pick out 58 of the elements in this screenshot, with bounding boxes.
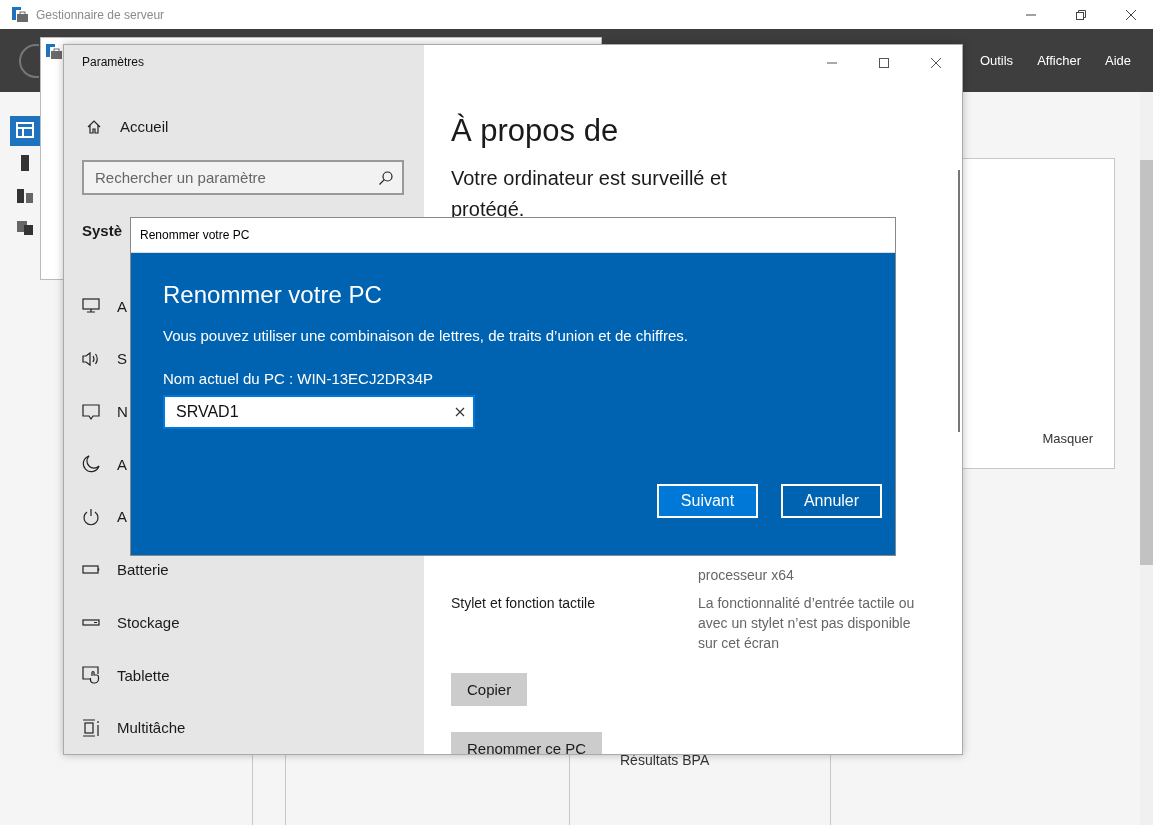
power-icon xyxy=(82,508,100,526)
storage-icon xyxy=(82,618,100,626)
spec-label: Stylet et fonction tactile xyxy=(451,594,596,613)
scrollbar[interactable] xyxy=(958,170,960,432)
section-heading: Systè xyxy=(82,222,123,240)
restore-icon[interactable] xyxy=(1075,8,1087,21)
dialog-title: Renommer votre PC xyxy=(140,228,250,242)
menu-item[interactable]: Outils xyxy=(979,53,1014,69)
sidebar-item[interactable]: N xyxy=(82,385,128,438)
action-button[interactable]: Renommer ce PC xyxy=(451,732,603,754)
dialog-description: Vous pouvez utiliser une combinaison de lettres, de traits d’union et de chiffres. xyxy=(163,327,690,344)
window-title: Gestionnaire de serveur xyxy=(36,7,166,22)
page-heading: À propos de xyxy=(451,113,619,149)
monitor-icon xyxy=(82,297,100,316)
sidebar-item[interactable]: S xyxy=(82,332,127,386)
spec-value: La fonctionnalité d’entrée tactile ou avec un stylet n’est pas disponible sur cet écran xyxy=(698,594,916,653)
next-button[interactable]: Suivant xyxy=(657,484,758,518)
search-icon xyxy=(378,170,394,187)
sidebar-item[interactable]: Batterie xyxy=(82,543,169,596)
tile-title: Résultats BPA xyxy=(620,752,710,768)
menu-item[interactable]: Afficher xyxy=(1037,53,1081,69)
speaker-icon xyxy=(82,349,100,368)
sidebar-item[interactable]: A xyxy=(82,279,127,333)
hide-link[interactable]: Masquer xyxy=(1042,431,1093,446)
nav-icon xyxy=(16,186,34,204)
action-button[interactable]: Copier xyxy=(451,673,528,706)
close-icon[interactable] xyxy=(930,57,942,69)
sidebar-item[interactable]: Stockage xyxy=(82,596,180,649)
sidebar-item[interactable]: A xyxy=(82,438,127,491)
sidebar-item[interactable]: Tablette xyxy=(82,648,170,702)
clear-icon[interactable] xyxy=(455,407,465,417)
menu-item[interactable]: Aide xyxy=(1104,53,1131,69)
server-manager-icon xyxy=(46,44,62,59)
sidebar-item[interactable]: Multitâche xyxy=(82,701,186,754)
dialog-heading: Renommer votre PC xyxy=(163,281,383,309)
scrollbar[interactable] xyxy=(1140,92,1153,825)
moon-icon xyxy=(82,455,100,474)
search-field[interactable]: Rechercher un paramètre xyxy=(82,160,404,196)
multitasking-icon xyxy=(82,718,100,737)
nav-icon xyxy=(16,122,34,140)
maximize-icon[interactable] xyxy=(878,57,890,69)
scrollbar-thumb[interactable] xyxy=(1140,160,1153,565)
home-item[interactable]: Accueil xyxy=(82,115,406,139)
speech-bubble-icon xyxy=(82,402,100,421)
server-manager-icon xyxy=(12,7,28,23)
name-field[interactable]: SRVAD1 xyxy=(163,395,475,429)
sidebar-item[interactable]: A xyxy=(82,490,127,544)
back-button-icon[interactable] xyxy=(18,42,39,79)
battery-icon xyxy=(82,565,100,575)
nav-item[interactable] xyxy=(10,116,40,146)
close-icon[interactable] xyxy=(1125,8,1137,21)
spec-value: processeur x64 xyxy=(698,566,795,585)
window-title: Paramètres xyxy=(82,55,146,69)
home-icon xyxy=(86,118,102,135)
current-name-label: Nom actuel du PC : WIN-13ECJ2DR34P xyxy=(163,370,435,387)
nav-icon xyxy=(16,218,34,236)
tablet-icon xyxy=(82,666,100,684)
cancel-button[interactable]: Annuler xyxy=(781,484,882,518)
